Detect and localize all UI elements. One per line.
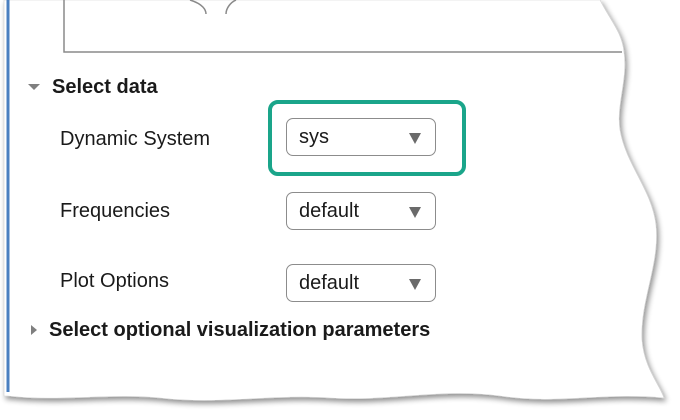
screenshot-canvas: Select data Dynamic System sys Frequenci… <box>0 0 680 420</box>
frequencies-label: Frequencies <box>60 200 171 222</box>
frequencies-dropdown[interactable]: default <box>286 192 436 230</box>
triangle-down-icon <box>28 84 40 90</box>
plot-options-dropdown[interactable]: default <box>286 264 436 302</box>
plot-options-value: default <box>299 271 360 294</box>
frequencies-value: default <box>299 199 360 222</box>
section-select-data[interactable]: Select data <box>28 72 158 102</box>
dynamic-system-label: Dynamic System <box>60 128 211 150</box>
triangle-right-icon <box>31 325 37 335</box>
dropdown-caret-icon <box>409 207 421 218</box>
section-optional-visualization[interactable]: Select optional visualization parameters <box>28 315 430 345</box>
plot-options-label: Plot Options <box>60 270 169 292</box>
dropdown-caret-icon <box>409 279 421 290</box>
section-optional-visualization-label: Select optional visualization parameters <box>49 318 431 341</box>
section-select-data-label: Select data <box>52 75 158 98</box>
highlight-box <box>268 100 466 176</box>
